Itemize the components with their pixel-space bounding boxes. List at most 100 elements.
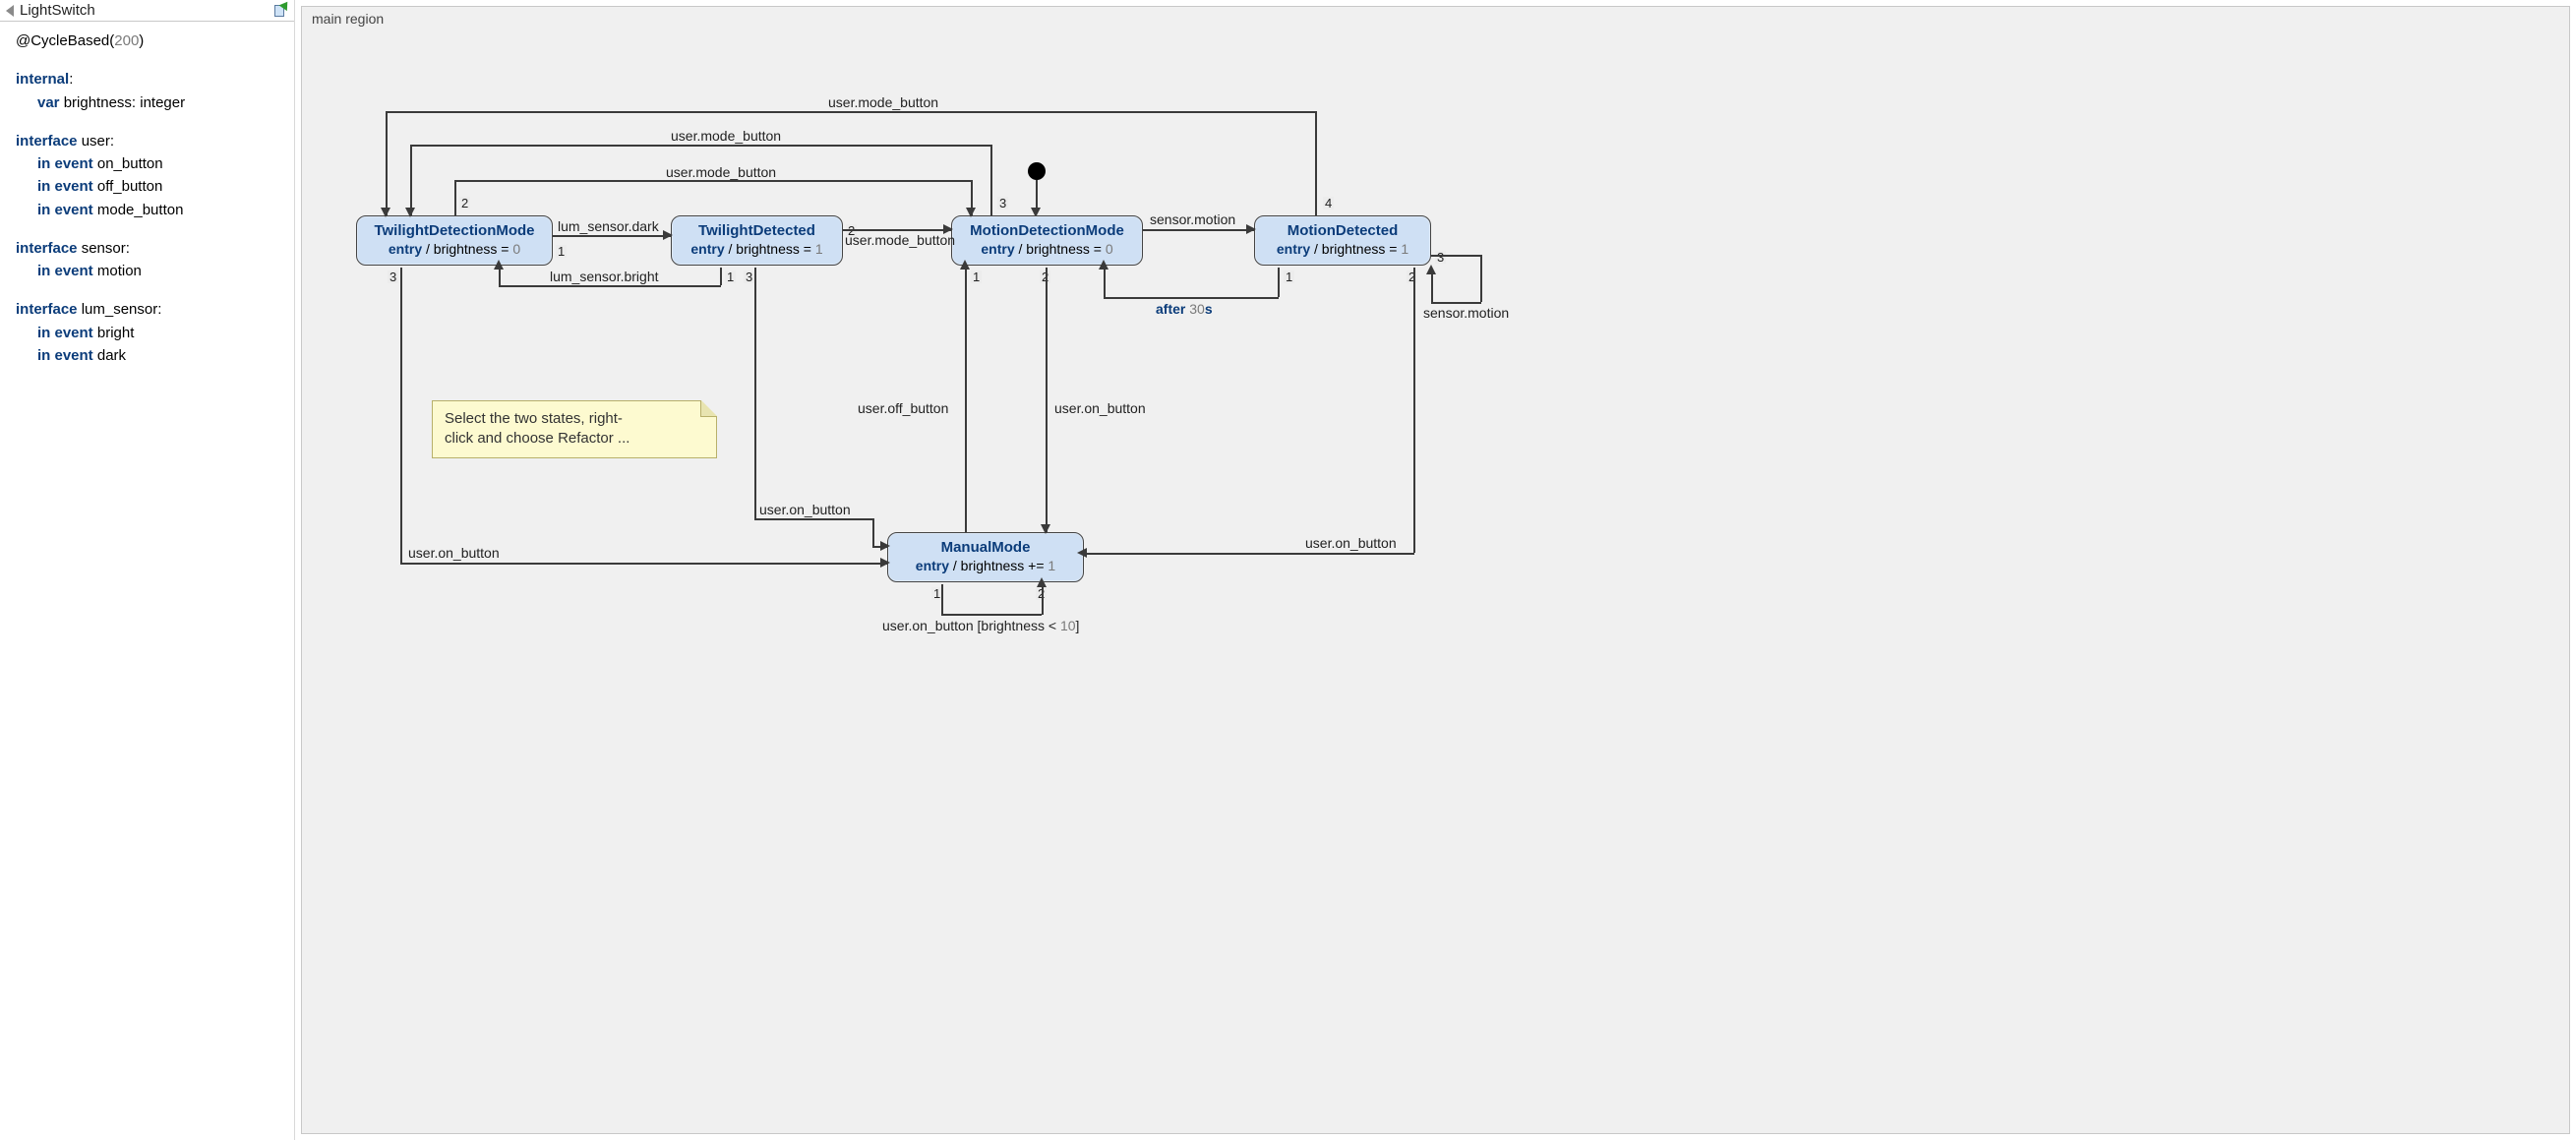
edge-mm-tm-mode[interactable] bbox=[410, 145, 412, 215]
definition-panel: LightSwitch @CycleBased(200) internal: v… bbox=[0, 0, 295, 1140]
interface-lumsensor-block: interface lum_sensor: in event bright in… bbox=[16, 298, 280, 367]
edge-label-man-self: user.on_button [brightness < 10] bbox=[882, 618, 1079, 633]
edge-label-mm-tm-mode: user.mode_button bbox=[671, 128, 781, 144]
state-motion-detection-mode[interactable]: MotionDetectionMode entry / brightness =… bbox=[951, 215, 1143, 266]
edge-tm-man[interactable] bbox=[400, 563, 887, 565]
internal-block: internal: var brightness: integer bbox=[16, 68, 280, 114]
edge-lum-bright[interactable] bbox=[720, 268, 722, 285]
state-manual-mode[interactable]: ManualMode entry / brightness += 1 bbox=[887, 532, 1084, 582]
edge-tm-mm-mode-arrow bbox=[966, 208, 976, 217]
edge-label-mdd-tm-mode: user.mode_button bbox=[828, 94, 938, 110]
edge-mdd-tm-mode-arrow bbox=[381, 208, 390, 217]
edge-label-on-mm-man: user.on_button bbox=[1054, 400, 1146, 416]
definition-code[interactable]: @CycleBased(200) internal: var brightnes… bbox=[0, 22, 294, 375]
initial-state[interactable] bbox=[1028, 162, 1046, 180]
port: 2 bbox=[1407, 270, 1417, 283]
edge-man-self[interactable] bbox=[941, 614, 1042, 616]
panel-title: LightSwitch bbox=[20, 2, 267, 19]
edge-man-self[interactable] bbox=[1042, 584, 1044, 615]
edge-lum-bright[interactable] bbox=[499, 268, 501, 286]
collapse-icon[interactable] bbox=[6, 5, 14, 17]
state-entry: entry / brightness = 0 bbox=[369, 241, 540, 257]
edge-label-lum-dark: lum_sensor.dark bbox=[558, 218, 659, 234]
annotation-line: @CycleBased(200) bbox=[16, 30, 280, 52]
port: 3 bbox=[997, 197, 1008, 210]
state-title: MotionDetected bbox=[1267, 222, 1418, 239]
edge-lum-dark[interactable] bbox=[553, 235, 671, 237]
state-title: TwilightDetectionMode bbox=[369, 222, 540, 239]
state-title: MotionDetectionMode bbox=[964, 222, 1130, 239]
port: 1 bbox=[971, 270, 982, 283]
edge-man-self-arrow bbox=[1037, 577, 1047, 587]
edge-td-mm-mode[interactable] bbox=[843, 229, 951, 231]
diagram-canvas-wrap: main region TwilightDetectionMode entry … bbox=[295, 0, 2576, 1140]
edge-tm-man[interactable] bbox=[400, 268, 402, 563]
edge-td-man[interactable] bbox=[872, 518, 874, 546]
state-title: ManualMode bbox=[900, 539, 1071, 556]
port: 1 bbox=[556, 245, 567, 258]
edge-label-off: user.off_button bbox=[858, 400, 948, 416]
edge-label-after: after 30s bbox=[1156, 301, 1213, 317]
state-entry: entry / brightness = 0 bbox=[964, 241, 1130, 257]
edge-md-man[interactable] bbox=[1084, 553, 1414, 555]
state-entry: entry / brightness = 1 bbox=[684, 241, 830, 257]
interface-sensor-block: interface sensor: in event motion bbox=[16, 237, 280, 283]
port: 3 bbox=[1435, 251, 1446, 264]
interface-user-block: interface user: in event on_button in ev… bbox=[16, 130, 280, 221]
edge-after-arrow bbox=[1099, 260, 1108, 270]
panel-action-icon[interactable] bbox=[272, 3, 288, 19]
edge-md-man[interactable] bbox=[1413, 268, 1415, 553]
edge-self-motion[interactable] bbox=[1431, 255, 1480, 257]
edge-label-sensor-motion: sensor.motion bbox=[1150, 211, 1235, 227]
note-refactor-hint[interactable]: Select the two states, right- click and … bbox=[432, 400, 717, 458]
state-twilight-detection-mode[interactable]: TwilightDetectionMode entry / brightness… bbox=[356, 215, 553, 266]
edge-label-tm-mm-mode: user.mode_button bbox=[666, 164, 776, 180]
edge-label-td-mm-mode: user.mode_button bbox=[845, 232, 955, 248]
port: 3 bbox=[744, 270, 754, 283]
port: 2 bbox=[459, 197, 470, 210]
edge-self-motion[interactable] bbox=[1480, 255, 1482, 302]
port: 1 bbox=[1284, 270, 1294, 283]
edge-mdd-tm-mode[interactable] bbox=[1315, 111, 1317, 215]
edge-self-motion[interactable] bbox=[1431, 272, 1433, 303]
edge-man-self[interactable] bbox=[941, 584, 943, 614]
state-entry: entry / brightness = 1 bbox=[1267, 241, 1418, 257]
diagram-canvas[interactable]: main region TwilightDetectionMode entry … bbox=[301, 6, 2570, 1134]
state-twilight-detected[interactable]: TwilightDetected entry / brightness = 1 bbox=[671, 215, 843, 266]
port: 3 bbox=[388, 270, 398, 283]
edge-sensor-motion[interactable] bbox=[1143, 229, 1254, 231]
edge-after[interactable] bbox=[1104, 268, 1106, 298]
edge-mm-tm-mode[interactable] bbox=[990, 145, 992, 215]
edge-tm-mm-mode[interactable] bbox=[454, 180, 456, 215]
edge-off-arrow bbox=[960, 260, 970, 270]
port: 1 bbox=[725, 270, 736, 283]
state-title: TwilightDetected bbox=[684, 222, 830, 239]
state-entry: entry / brightness += 1 bbox=[900, 558, 1071, 573]
edge-mm-tm-mode-arrow bbox=[405, 208, 415, 217]
edge-label-tm-man: user.on_button bbox=[408, 545, 500, 561]
edge-mdd-tm-mode[interactable] bbox=[386, 111, 388, 215]
edge-sensor-motion-arrow bbox=[1246, 224, 1256, 234]
edge-self-motion-arrow bbox=[1426, 265, 1436, 274]
edge-label-lum-bright: lum_sensor.bright bbox=[550, 269, 659, 284]
panel-titlebar: LightSwitch bbox=[0, 0, 294, 22]
edge-mm-tm-mode[interactable] bbox=[410, 145, 991, 147]
edge-td-man-arrow bbox=[880, 541, 890, 551]
edge-after[interactable] bbox=[1278, 268, 1280, 297]
edge-after[interactable] bbox=[1104, 297, 1279, 299]
edge-on-mm-man[interactable] bbox=[1046, 268, 1048, 532]
state-motion-detected[interactable]: MotionDetected entry / brightness = 1 bbox=[1254, 215, 1431, 266]
edge-td-man[interactable] bbox=[754, 518, 872, 520]
edge-tm-mm-mode[interactable] bbox=[454, 180, 971, 182]
edge-off[interactable] bbox=[965, 268, 967, 532]
edge-md-man-arrow bbox=[1077, 548, 1087, 558]
edge-td-man[interactable] bbox=[754, 268, 756, 518]
edge-mdd-tm-mode[interactable] bbox=[386, 111, 1316, 113]
edge-initial bbox=[1036, 180, 1038, 210]
edge-label-self-motion: sensor.motion bbox=[1423, 305, 1509, 321]
edge-label-td-man: user.on_button bbox=[759, 502, 851, 517]
edge-lum-bright[interactable] bbox=[499, 285, 721, 287]
edge-self-motion[interactable] bbox=[1431, 302, 1481, 304]
edge-lum-bright-arrow bbox=[494, 260, 504, 270]
region-label: main region bbox=[312, 11, 384, 27]
